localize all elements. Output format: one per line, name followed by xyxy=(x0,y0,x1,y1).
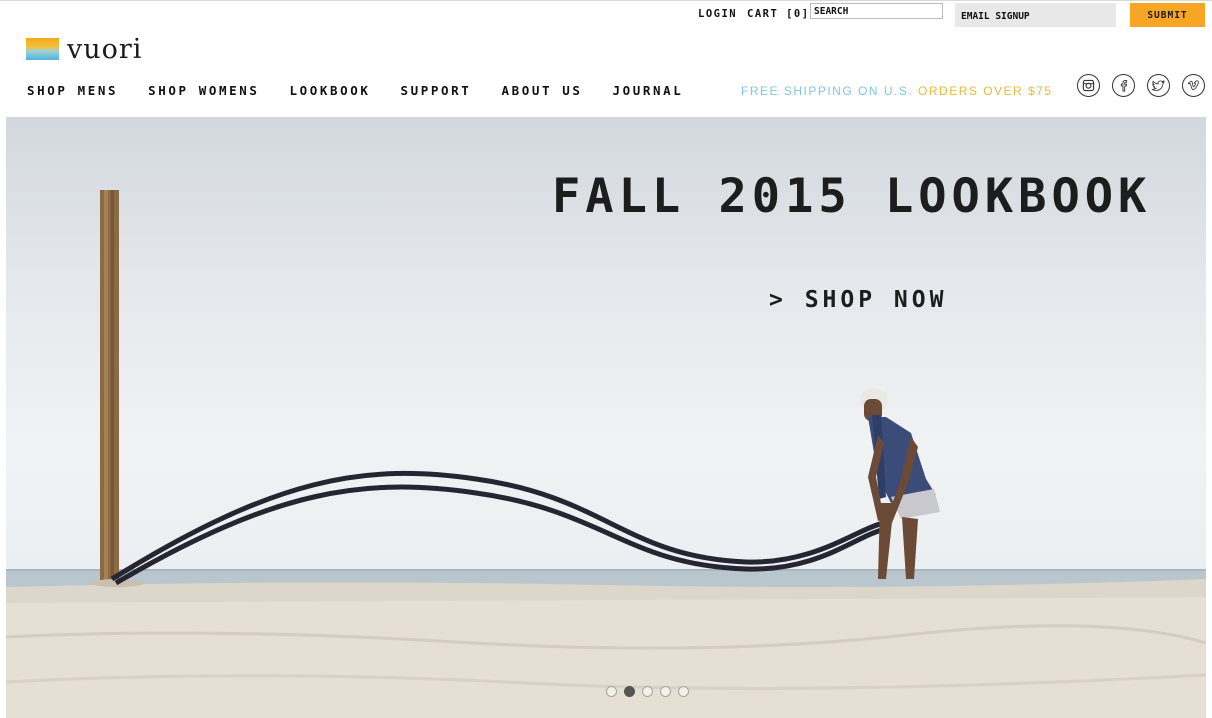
slider-dot-5[interactable] xyxy=(678,686,689,697)
twitter-icon[interactable] xyxy=(1147,74,1170,97)
cart-link[interactable]: CART [0] xyxy=(747,8,810,20)
instagram-icon[interactable] xyxy=(1077,74,1100,97)
free-shipping-notice: FREE SHIPPING ON U.S. ORDERS OVER $75 xyxy=(741,84,1053,98)
slider-dots xyxy=(606,686,696,697)
search-input[interactable] xyxy=(810,3,943,19)
slider-dot-2[interactable] xyxy=(624,686,635,697)
hero-title: FALL 2015 LOOKBOOK xyxy=(552,169,1152,224)
nav-shop-womens[interactable]: SHOP WOMENS xyxy=(148,83,259,98)
vuori-logo[interactable]: vuori xyxy=(26,34,142,64)
shipping-text-part2: ORDERS OVER $75 xyxy=(918,84,1053,98)
shop-now-link[interactable]: > SHOP NOW xyxy=(769,287,947,313)
top-border xyxy=(0,0,1212,1)
main-nav: SHOP MENS SHOP WOMENS LOOKBOOK SUPPORT A… xyxy=(27,83,683,98)
logo-wordmark: vuori xyxy=(67,33,143,65)
hero-banner[interactable]: FALL 2015 LOOKBOOK > SHOP NOW xyxy=(6,117,1206,718)
submit-button[interactable]: SUBMIT xyxy=(1130,3,1205,27)
facebook-icon[interactable] xyxy=(1112,74,1135,97)
nav-about-us[interactable]: ABOUT US xyxy=(501,83,582,98)
email-signup-input[interactable] xyxy=(955,3,1116,27)
nav-shop-mens[interactable]: SHOP MENS xyxy=(27,83,118,98)
slider-dot-4[interactable] xyxy=(660,686,671,697)
shipping-text-part1: FREE SHIPPING ON U.S. xyxy=(741,84,919,98)
logo-mark-icon xyxy=(26,38,59,60)
nav-lookbook[interactable]: LOOKBOOK xyxy=(290,83,371,98)
login-link[interactable]: LOGIN xyxy=(698,8,737,20)
vimeo-icon[interactable] xyxy=(1182,74,1205,97)
slider-dot-3[interactable] xyxy=(642,686,653,697)
slider-dot-1[interactable] xyxy=(606,686,617,697)
nav-support[interactable]: SUPPORT xyxy=(401,83,472,98)
nav-journal[interactable]: JOURNAL xyxy=(612,83,683,98)
